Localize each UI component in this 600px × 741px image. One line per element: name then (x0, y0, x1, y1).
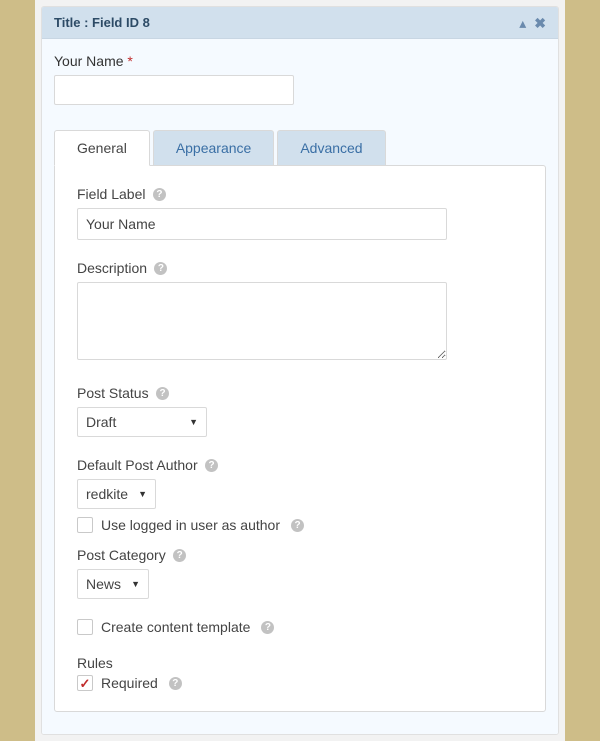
checkbox-use-logged-in[interactable] (77, 517, 93, 533)
preview-label-text: Your Name (54, 53, 124, 69)
row-default-author: Default Post Author ? redkite (77, 457, 523, 509)
field-settings-panel: Title : Field ID 8 ▴ ✖ Your Name * Gener… (41, 6, 559, 735)
panel-title: Title : Field ID 8 (54, 15, 150, 30)
tab-appearance[interactable]: Appearance (153, 130, 275, 166)
panel-header: Title : Field ID 8 ▴ ✖ (42, 7, 558, 39)
label-description: Description (77, 260, 147, 276)
help-icon[interactable]: ? (261, 621, 274, 634)
page-wrap: Title : Field ID 8 ▴ ✖ Your Name * Gener… (35, 0, 565, 741)
select-default-author[interactable]: redkite (77, 479, 156, 509)
help-icon[interactable]: ? (153, 188, 166, 201)
textarea-description[interactable] (77, 282, 447, 360)
help-icon[interactable]: ? (154, 262, 167, 275)
field-preview: Your Name * General Appearance Advanced … (42, 39, 558, 734)
tab-general[interactable]: General (54, 130, 150, 166)
input-field-label[interactable] (77, 208, 447, 240)
label-use-logged-in: Use logged in user as author (101, 517, 280, 533)
row-post-status: Post Status ? Draft (77, 385, 523, 437)
preview-label: Your Name * (54, 53, 546, 69)
checkbox-create-template[interactable] (77, 619, 93, 635)
tab-advanced[interactable]: Advanced (277, 130, 385, 166)
tab-content-general: Field Label ? Description ? Post Status … (54, 165, 546, 712)
row-rules: Rules Required ? (77, 655, 523, 691)
row-description: Description ? (77, 260, 523, 365)
rules-heading: Rules (77, 655, 523, 671)
label-required: Required (101, 675, 158, 691)
label-create-template: Create content template (101, 619, 250, 635)
settings-tabs: General Appearance Advanced (54, 129, 546, 165)
checkbox-required[interactable] (77, 675, 93, 691)
help-icon[interactable]: ? (169, 677, 182, 690)
select-post-category[interactable]: News (77, 569, 149, 599)
panel-header-actions: ▴ ✖ (519, 16, 546, 30)
label-default-author: Default Post Author (77, 457, 198, 473)
required-star: * (127, 53, 132, 69)
help-icon[interactable]: ? (205, 459, 218, 472)
help-icon[interactable]: ? (173, 549, 186, 562)
select-post-status[interactable]: Draft (77, 407, 207, 437)
preview-input[interactable] (54, 75, 294, 105)
label-post-category: Post Category (77, 547, 166, 563)
close-icon[interactable]: ✖ (534, 16, 546, 30)
collapse-icon[interactable]: ▴ (519, 16, 526, 30)
help-icon[interactable]: ? (291, 519, 304, 532)
row-post-category: Post Category ? News (77, 547, 523, 599)
label-post-status: Post Status (77, 385, 149, 401)
row-create-template: Create content template ? (77, 619, 523, 635)
row-use-logged-in: Use logged in user as author ? (77, 517, 523, 533)
row-field-label: Field Label ? (77, 186, 523, 240)
label-field-label: Field Label (77, 186, 146, 202)
help-icon[interactable]: ? (156, 387, 169, 400)
